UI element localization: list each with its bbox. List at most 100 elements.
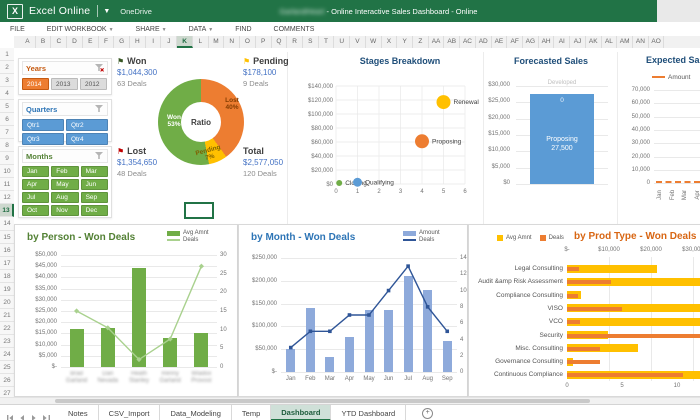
row-header-21[interactable]: 21	[0, 309, 14, 322]
column-header-AD[interactable]: AD	[476, 36, 492, 48]
sheet-tab-dashboard[interactable]: Dashboard	[271, 405, 332, 420]
column-header-C[interactable]: C	[51, 36, 68, 48]
column-header-AC[interactable]: AC	[460, 36, 476, 48]
add-sheet-button[interactable]: +	[422, 408, 434, 419]
slicer-button-jul[interactable]: Jul	[22, 192, 50, 203]
column-header-AM[interactable]: AM	[617, 36, 634, 48]
row-header-24[interactable]: 24	[0, 348, 14, 361]
next-sheet-button[interactable]	[30, 409, 38, 420]
slicer-button-jan[interactable]: Jan	[22, 166, 50, 177]
by-month-chart-panel[interactable]: by Month - Won Deals Amount Deals $250,0…	[238, 224, 468, 397]
slicer-button-qtr2[interactable]: Qtr2	[66, 119, 108, 131]
by-person-chart-panel[interactable]: by Person - Won Deals Avg Amnt Deals $50…	[14, 224, 238, 397]
column-header-D[interactable]: D	[67, 36, 83, 48]
filter-icon[interactable]	[95, 105, 104, 113]
row-header-3[interactable]: 3	[0, 74, 14, 88]
column-header-B[interactable]: B	[36, 36, 52, 48]
column-header-E[interactable]: E	[83, 36, 99, 48]
column-header-AJ[interactable]: AJ	[570, 36, 586, 48]
row-header-22[interactable]: 22	[0, 322, 14, 335]
slicer-button-jun[interactable]: Jun	[80, 179, 108, 190]
row-header-15[interactable]: 15	[0, 231, 14, 244]
menu-item-find[interactable]: FIND	[235, 26, 251, 33]
column-header-N[interactable]: N	[224, 36, 241, 48]
column-header-Q[interactable]: Q	[272, 36, 288, 48]
row-header-1[interactable]: 1	[0, 48, 14, 62]
slicer-button-2012[interactable]: 2012	[80, 78, 107, 90]
slicer-button-may[interactable]: May	[51, 179, 79, 190]
prev-sheet-button[interactable]	[18, 409, 26, 420]
row-header-14[interactable]: 14	[0, 217, 14, 231]
column-header-G[interactable]: G	[114, 36, 131, 48]
row-header-10[interactable]: 10	[0, 165, 14, 179]
row-header-9[interactable]: 9	[0, 152, 14, 166]
row-header-5[interactable]: 5	[0, 100, 14, 114]
slicer-button-qtr4[interactable]: Qtr4	[66, 133, 108, 145]
column-header-U[interactable]: U	[334, 36, 351, 48]
menu-item-comments[interactable]: COMMENTS	[274, 26, 315, 33]
column-header-P[interactable]: P	[256, 36, 272, 48]
sheet-tab-ytd-dashboard[interactable]: YTD Dashboard	[331, 405, 407, 420]
row-header-6[interactable]: 6	[0, 113, 14, 127]
sheet-tab-notes[interactable]: Notes	[58, 405, 99, 420]
column-header-K[interactable]: K	[177, 36, 193, 48]
slicer-button-qtr1[interactable]: Qtr1	[22, 119, 64, 131]
column-header-AN[interactable]: AN	[633, 36, 649, 48]
row-header-7[interactable]: 7	[0, 126, 14, 140]
row-header-18[interactable]: 18	[0, 270, 14, 283]
horizontal-scrollbar[interactable]	[0, 397, 700, 404]
column-header-W[interactable]: W	[366, 36, 382, 48]
forecasted-sales-chart[interactable]: $30,000 $25,000 $20,000 $15,000 $10,000 $5,00…	[460, 66, 616, 206]
column-header-AI[interactable]: AI	[554, 36, 571, 48]
column-header-F[interactable]: F	[99, 36, 115, 48]
row-header-26[interactable]: 26	[0, 374, 14, 387]
sheet-tab-csv_import[interactable]: CSV_Import	[99, 405, 161, 420]
menu-item-file[interactable]: FILE	[10, 26, 25, 33]
column-header-Z[interactable]: Z	[413, 36, 429, 48]
column-header-AB[interactable]: AB	[444, 36, 461, 48]
filter-icon[interactable]	[95, 152, 104, 160]
onedrive-link[interactable]: OneDrive	[120, 7, 152, 16]
row-header-20[interactable]: 20	[0, 296, 14, 309]
slicer-button-2014[interactable]: 2014	[22, 78, 49, 90]
column-header-O[interactable]: O	[240, 36, 256, 48]
selected-cell[interactable]	[184, 202, 214, 219]
slicer-button-apr[interactable]: Apr	[22, 179, 50, 190]
column-header-AE[interactable]: AE	[492, 36, 508, 48]
column-header-Y[interactable]: Y	[397, 36, 413, 48]
column-header-J[interactable]: J	[161, 36, 178, 48]
column-header-H[interactable]: H	[130, 36, 146, 48]
column-header-R[interactable]: R	[287, 36, 303, 48]
menu-item-share[interactable]: SHARE ▼	[136, 26, 167, 33]
by-prod-chart-panel[interactable]: Avg Amnt Deals by Prod Type - Won Deals …	[468, 224, 700, 397]
column-header-T[interactable]: T	[319, 36, 335, 48]
first-sheet-button[interactable]	[6, 409, 14, 420]
row-header-4[interactable]: 4	[0, 87, 14, 101]
row-header-13[interactable]: 13	[0, 204, 14, 218]
chevron-down-icon[interactable]: ▼	[103, 8, 110, 15]
row-header-25[interactable]: 25	[0, 361, 14, 374]
slicer-button-oct[interactable]: Oct	[22, 205, 50, 216]
slicer-button-aug[interactable]: Aug	[51, 192, 79, 203]
row-header-8[interactable]: 8	[0, 139, 14, 153]
excel-logo-icon[interactable]: X	[7, 3, 23, 19]
slicer-button-feb[interactable]: Feb	[51, 166, 79, 177]
slicer-button-qtr3[interactable]: Qtr3	[22, 133, 64, 145]
column-header-A[interactable]: A	[20, 36, 36, 48]
column-header-V[interactable]: V	[350, 36, 366, 48]
column-header-I[interactable]: I	[146, 36, 162, 48]
row-header-12[interactable]: 12	[0, 191, 14, 205]
row-headers[interactable]: 1 2 3 4 5 6 7 8 9 10 11 12 13 14 15 16 17 18 19 20 21 22 23 24 2…	[0, 48, 15, 400]
column-header-AF[interactable]: AF	[507, 36, 523, 48]
column-header-AG[interactable]: AG	[523, 36, 539, 48]
column-header-AL[interactable]: AL	[602, 36, 618, 48]
filter-icon[interactable]	[95, 64, 104, 72]
slicer-button-2013[interactable]: 2013	[51, 78, 78, 90]
row-header-23[interactable]: 23	[0, 335, 14, 348]
slicer-button-sep[interactable]: Sep	[80, 192, 108, 203]
column-header-AH[interactable]: AH	[539, 36, 555, 48]
slicer-button-dec[interactable]: Dec	[80, 205, 108, 216]
column-header-AK[interactable]: AK	[586, 36, 602, 48]
row-header-11[interactable]: 11	[0, 178, 14, 192]
column-header-X[interactable]: X	[382, 36, 398, 48]
